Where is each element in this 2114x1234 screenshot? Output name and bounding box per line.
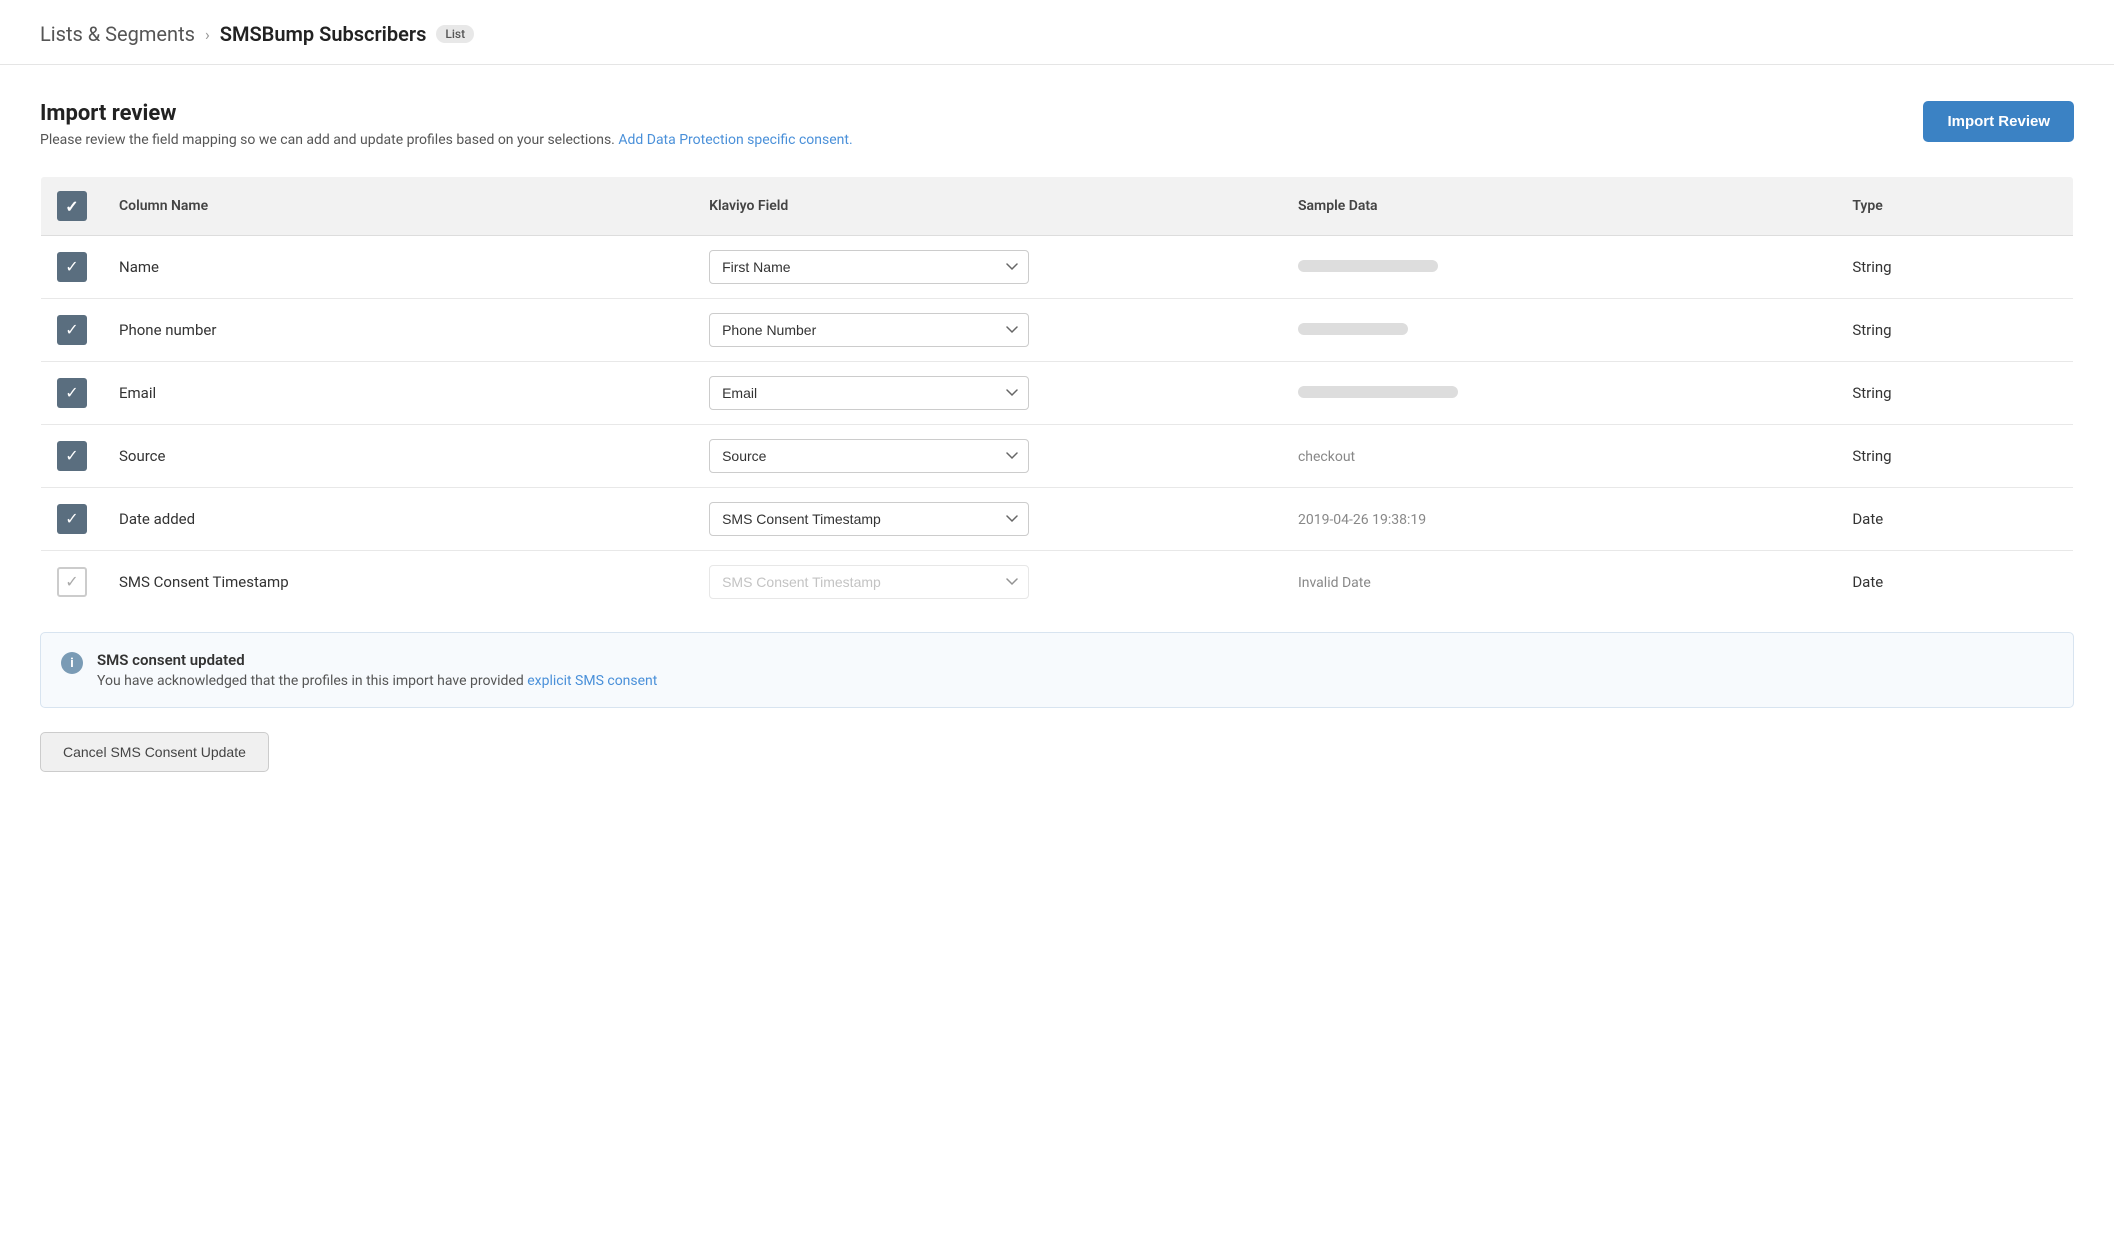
sample-data-placeholder [1298,386,1458,398]
header-sample-data: Sample Data [1282,177,1836,236]
page-title: Import review [40,101,853,126]
table-row: ✓ Source Source checkout String [41,425,2074,488]
breadcrumb-current: SMSBump Subscribers [220,22,427,46]
type-phone_number: String [1836,299,2073,362]
header-klaviyo-field: Klaviyo Field [693,177,1282,236]
klaviyo-field-cell-source[interactable]: Source [693,425,1282,488]
klaviyo-field-select-name[interactable]: First Name [709,250,1029,284]
klaviyo-field-cell-name[interactable]: First Name [693,236,1282,299]
type-email: String [1836,362,2073,425]
breadcrumb-parent[interactable]: Lists & Segments [40,22,195,46]
list-badge: List [436,25,474,43]
breadcrumb-arrow: › [205,25,210,44]
checkmark-icon-sms_consent_timestamp: ✓ [65,574,78,590]
sample-data-text: checkout [1298,449,1355,465]
consent-info-icon: i [61,652,83,674]
klaviyo-field-select-sms_consent_timestamp[interactable]: SMS Consent Timestamp [709,565,1029,599]
checkbox-cell-source[interactable]: ✓ [41,425,104,488]
klaviyo-field-cell-email[interactable]: Email [693,362,1282,425]
checkbox-cell-date_added[interactable]: ✓ [41,488,104,551]
consent-notice-title: SMS consent updated [97,651,657,669]
checkbox-date_added[interactable]: ✓ [57,504,87,534]
checkbox-cell-phone_number[interactable]: ✓ [41,299,104,362]
sample-data-placeholder [1298,260,1438,272]
table-row: ✓ SMS Consent Timestamp SMS Consent Timest… [41,551,2074,614]
sample-data-text: Invalid Date [1298,575,1371,591]
mapping-table: ✓ Column Name Klaviyo Field Sample Data … [40,176,2074,614]
type-name: String [1836,236,2073,299]
klaviyo-field-select-source[interactable]: Source [709,439,1029,473]
checkbox-phone_number[interactable]: ✓ [57,315,87,345]
column-name-phone_number: Phone number [103,299,693,362]
klaviyo-field-select-phone_number[interactable]: Phone Number [709,313,1029,347]
sample-data-phone_number [1282,299,1836,362]
consent-notice-desc: You have acknowledged that the profiles … [97,673,657,689]
top-nav: Lists & Segments › SMSBump Subscribers L… [0,0,2114,65]
column-name-sms_consent_timestamp: SMS Consent Timestamp [103,551,693,614]
sample-data-name [1282,236,1836,299]
table-row: ✓ Email Email String [41,362,2074,425]
checkbox-cell-name[interactable]: ✓ [41,236,104,299]
checkmark-icon-date_added: ✓ [65,511,78,527]
checkbox-sms_consent_timestamp[interactable]: ✓ [57,567,87,597]
type-sms_consent_timestamp: Date [1836,551,2073,614]
sample-data-email [1282,362,1836,425]
import-review-button[interactable]: Import Review [1923,101,2074,142]
consent-notice-text: You have acknowledged that the profiles … [97,673,524,689]
table-row: ✓ Name First Name String [41,236,2074,299]
sample-data-placeholder [1298,323,1408,335]
checkmark-icon-source: ✓ [65,448,78,464]
checkbox-cell-email[interactable]: ✓ [41,362,104,425]
checkmark-icon-name: ✓ [65,259,78,275]
sample-data-source: checkout [1282,425,1836,488]
column-name-source: Source [103,425,693,488]
data-protection-link[interactable]: Add Data Protection specific consent. [618,132,852,148]
klaviyo-field-cell-date_added[interactable]: SMS Consent Timestamp [693,488,1282,551]
column-name-date_added: Date added [103,488,693,551]
section-description: Please review the field mapping so we ca… [40,132,853,148]
header-type: Type [1836,177,2073,236]
checkmark-icon-email: ✓ [65,385,78,401]
checkbox-name[interactable]: ✓ [57,252,87,282]
cancel-sms-consent-button[interactable]: Cancel SMS Consent Update [40,732,269,772]
klaviyo-field-select-email[interactable]: Email [709,376,1029,410]
klaviyo-field-cell-sms_consent_timestamp[interactable]: SMS Consent Timestamp [693,551,1282,614]
column-name-email: Email [103,362,693,425]
checkbox-email[interactable]: ✓ [57,378,87,408]
checkbox-cell-sms_consent_timestamp[interactable]: ✓ [41,551,104,614]
type-date_added: Date [1836,488,2073,551]
consent-notice: i SMS consent updated You have acknowled… [40,632,2074,708]
table-row: ✓ Phone number Phone Number String [41,299,2074,362]
header-checkbox-cell: ✓ [41,177,104,236]
header-column-name: Column Name [103,177,693,236]
consent-notice-content: SMS consent updated You have acknowledge… [97,651,657,689]
klaviyo-field-cell-phone_number[interactable]: Phone Number [693,299,1282,362]
header-check-icon: ✓ [65,197,78,216]
column-name-name: Name [103,236,693,299]
sample-data-text: 2019-04-26 19:38:19 [1298,512,1426,528]
explicit-sms-consent-link[interactable]: explicit SMS consent [527,673,657,689]
table-row: ✓ Date added SMS Consent Timestamp 2019-04-… [41,488,2074,551]
sample-data-sms_consent_timestamp: Invalid Date [1282,551,1836,614]
klaviyo-field-select-date_added[interactable]: SMS Consent Timestamp [709,502,1029,536]
description-text: Please review the field mapping so we ca… [40,132,615,148]
checkbox-source[interactable]: ✓ [57,441,87,471]
type-source: String [1836,425,2073,488]
checkmark-icon-phone_number: ✓ [65,322,78,338]
sample-data-date_added: 2019-04-26 19:38:19 [1282,488,1836,551]
header-checkbox: ✓ [57,191,87,221]
